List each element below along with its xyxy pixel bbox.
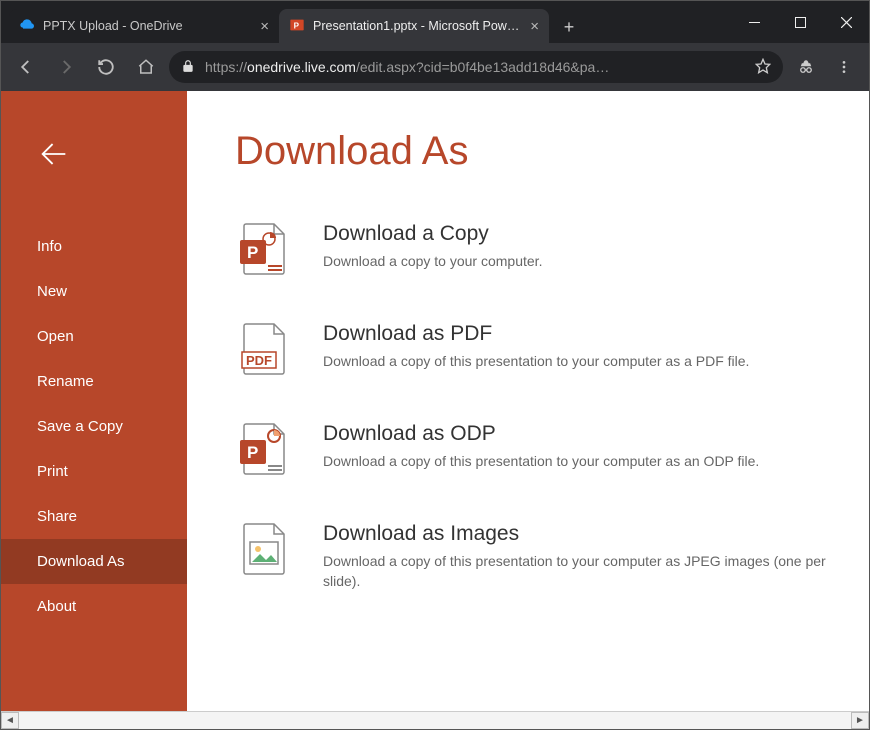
- browser-toolbar: https://onedrive.live.com/edit.aspx?cid=…: [1, 43, 869, 91]
- menu-item-rename[interactable]: Rename: [1, 359, 187, 404]
- download-option-pdf[interactable]: PDF Download as PDF Download a copy of thi…: [235, 322, 841, 378]
- menu-item-print[interactable]: Print: [1, 449, 187, 494]
- address-bar[interactable]: https://onedrive.live.com/edit.aspx?cid=…: [169, 51, 783, 83]
- option-description: Download a copy to your computer.: [323, 252, 542, 272]
- forward-button[interactable]: [49, 50, 83, 84]
- browser-tab-onedrive[interactable]: PPTX Upload - OneDrive ×: [9, 9, 279, 43]
- download-option-images[interactable]: Download as Images Download a copy of thi…: [235, 522, 841, 591]
- main-panel: Download As P Download a Copy Download a c…: [187, 91, 869, 711]
- incognito-icon[interactable]: [789, 50, 823, 84]
- tab-title: PPTX Upload - OneDrive: [43, 19, 252, 33]
- odp-file-icon: P: [235, 422, 291, 478]
- option-title: Download a Copy: [323, 222, 542, 246]
- file-menu: InfoNewOpenRenameSave a CopyPrintShareDo…: [1, 224, 187, 629]
- close-window-button[interactable]: [823, 1, 869, 43]
- minimize-button[interactable]: [731, 1, 777, 43]
- download-option-odp[interactable]: P Download as ODP Download a copy of this …: [235, 422, 841, 478]
- menu-item-open[interactable]: Open: [1, 314, 187, 359]
- option-title: Download as Images: [323, 522, 841, 546]
- close-icon[interactable]: ×: [530, 18, 539, 35]
- new-tab-button[interactable]: +: [555, 13, 583, 41]
- url-text: https://onedrive.live.com/edit.aspx?cid=…: [205, 59, 609, 75]
- scroll-left-button[interactable]: ◄: [1, 712, 19, 729]
- tab-title: Presentation1.pptx - Microsoft PowerPoin…: [313, 19, 522, 33]
- powerpoint-icon: P: [289, 17, 305, 36]
- back-button[interactable]: [9, 50, 43, 84]
- lock-icon: [181, 59, 195, 76]
- pptx-file-icon: P: [235, 222, 291, 278]
- option-title: Download as ODP: [323, 422, 759, 446]
- menu-item-about[interactable]: About: [1, 584, 187, 629]
- reload-button[interactable]: [89, 50, 123, 84]
- svg-text:P: P: [294, 21, 300, 30]
- star-icon[interactable]: [755, 58, 771, 77]
- horizontal-scrollbar[interactable]: ◄ ►: [1, 711, 869, 729]
- file-menu-sidebar: InfoNewOpenRenameSave a CopyPrintShareDo…: [1, 91, 187, 711]
- download-option-pptx[interactable]: P Download a Copy Download a copy to your …: [235, 222, 841, 278]
- scrollbar-track[interactable]: [19, 712, 851, 729]
- option-description: Download a copy of this presentation to …: [323, 452, 759, 472]
- images-file-icon: [235, 522, 291, 578]
- page-title: Download As: [235, 129, 841, 174]
- menu-item-share[interactable]: Share: [1, 494, 187, 539]
- home-button[interactable]: [129, 50, 163, 84]
- browser-tab-powerpoint[interactable]: P Presentation1.pptx - Microsoft PowerPo…: [279, 9, 549, 43]
- pdf-file-icon: PDF: [235, 322, 291, 378]
- onedrive-icon: [19, 17, 35, 36]
- scroll-right-button[interactable]: ►: [851, 712, 869, 729]
- menu-item-info[interactable]: Info: [1, 224, 187, 269]
- window-controls: [731, 1, 869, 43]
- option-title: Download as PDF: [323, 322, 749, 346]
- maximize-button[interactable]: [777, 1, 823, 43]
- svg-text:P: P: [247, 243, 258, 262]
- menu-item-download-as[interactable]: Download As: [1, 539, 187, 584]
- back-arrow-button[interactable]: [1, 137, 187, 224]
- menu-item-new[interactable]: New: [1, 269, 187, 314]
- option-description: Download a copy of this presentation to …: [323, 552, 841, 591]
- svg-text:P: P: [247, 443, 258, 462]
- tab-strip: PPTX Upload - OneDrive × P Presentation1…: [1, 1, 731, 43]
- close-icon[interactable]: ×: [260, 18, 269, 35]
- browser-titlebar: PPTX Upload - OneDrive × P Presentation1…: [1, 1, 869, 43]
- option-description: Download a copy of this presentation to …: [323, 352, 749, 372]
- menu-item-save-a-copy[interactable]: Save a Copy: [1, 404, 187, 449]
- svg-text:PDF: PDF: [246, 353, 272, 368]
- menu-icon[interactable]: [827, 50, 861, 84]
